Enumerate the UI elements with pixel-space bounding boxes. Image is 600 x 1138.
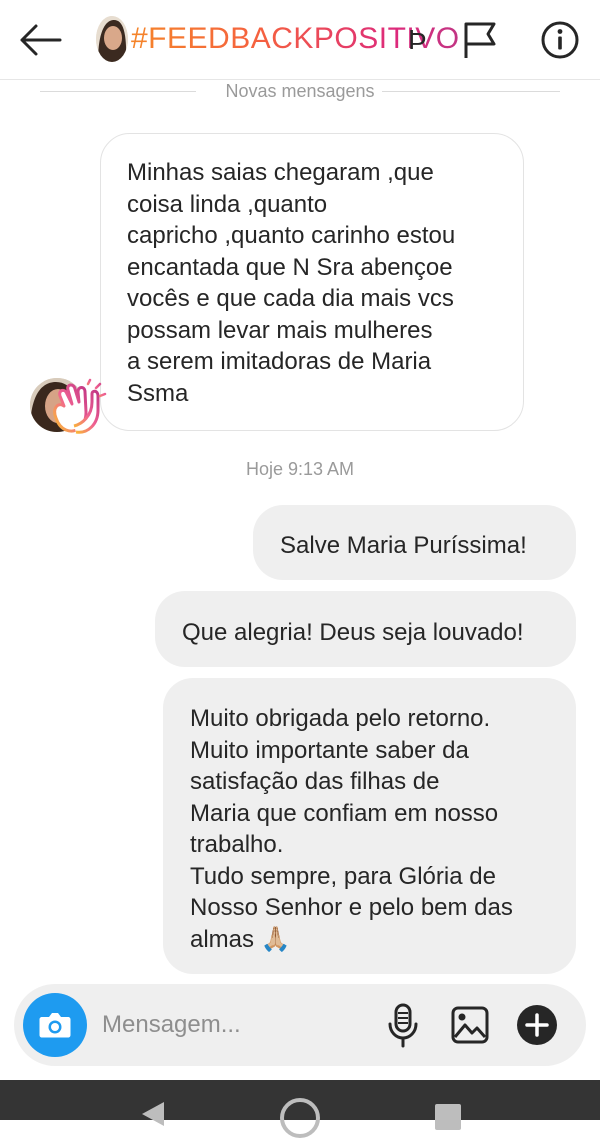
outgoing-line: satisfação das filhas de	[190, 768, 440, 795]
outgoing-line: trabalho.	[190, 831, 284, 858]
message-timestamp: Hoje 9:13 AM	[245, 459, 355, 479]
outgoing-message-bubble[interactable]: Que alegria! Deus seja louvado!	[155, 591, 576, 667]
outgoing-line: Muito obrigada pelo retorno.	[190, 705, 491, 732]
incoming-line: a serem imitadoras de Maria	[127, 348, 432, 375]
outgoing-line: almas 🙏🏼	[190, 925, 291, 953]
outgoing-line: Nosso Senhor e pelo bem das	[190, 894, 513, 921]
incoming-line: vocês e que cada dia mais vcs	[127, 285, 454, 312]
microphone-icon[interactable]	[386, 1002, 420, 1048]
gallery-icon[interactable]	[450, 1004, 490, 1046]
nav-home-icon[interactable]	[280, 1098, 320, 1138]
chat-header: #FEEDBACKPOSITIVO Þ	[0, 0, 600, 80]
plus-icon[interactable]	[516, 1004, 558, 1046]
camera-button[interactable]	[23, 993, 87, 1057]
chat-title-overflow: Þ	[408, 24, 427, 55]
new-messages-label: Novas mensagens	[225, 81, 375, 101]
incoming-line: encantada que N Sra abençoe	[127, 253, 453, 281]
back-arrow-icon[interactable]	[16, 20, 64, 60]
clapping-hands-icon[interactable]	[48, 378, 110, 438]
message-input[interactable]	[100, 1002, 354, 1048]
nav-recents-icon[interactable]	[435, 1104, 461, 1130]
outgoing-line: Que alegria! Deus seja louvado!	[182, 619, 524, 646]
incoming-line: Ssma	[127, 379, 189, 407]
flag-icon[interactable]	[460, 20, 500, 60]
incoming-line: Minhas saias chegaram ,que	[127, 159, 434, 186]
incoming-line: possam levar mais mulheres	[127, 316, 433, 344]
incoming-line: coisa linda ,quanto	[127, 190, 328, 218]
info-icon[interactable]	[540, 20, 580, 60]
incoming-message-bubble[interactable]: Minhas saias chegaram ,que coisa linda ,…	[100, 133, 524, 431]
camera-icon	[39, 1013, 71, 1038]
outgoing-message-bubble[interactable]: Salve Maria Puríssima!	[253, 505, 576, 580]
incoming-line: capricho ,quanto carinho estou	[127, 222, 456, 249]
profile-avatar[interactable]	[96, 16, 128, 62]
outgoing-line: Tudo sempre, para Glória de	[190, 862, 496, 890]
outgoing-line: Salve Maria Puríssima!	[280, 532, 527, 559]
outgoing-line: Muito importante saber da	[190, 736, 469, 764]
outgoing-line: Maria que confiam em nosso	[190, 799, 499, 827]
nav-back-icon[interactable]	[138, 1100, 166, 1126]
message-composer	[14, 984, 586, 1066]
outgoing-message-bubble[interactable]: Muito obrigada pelo retorno. Muito impor…	[163, 678, 576, 974]
